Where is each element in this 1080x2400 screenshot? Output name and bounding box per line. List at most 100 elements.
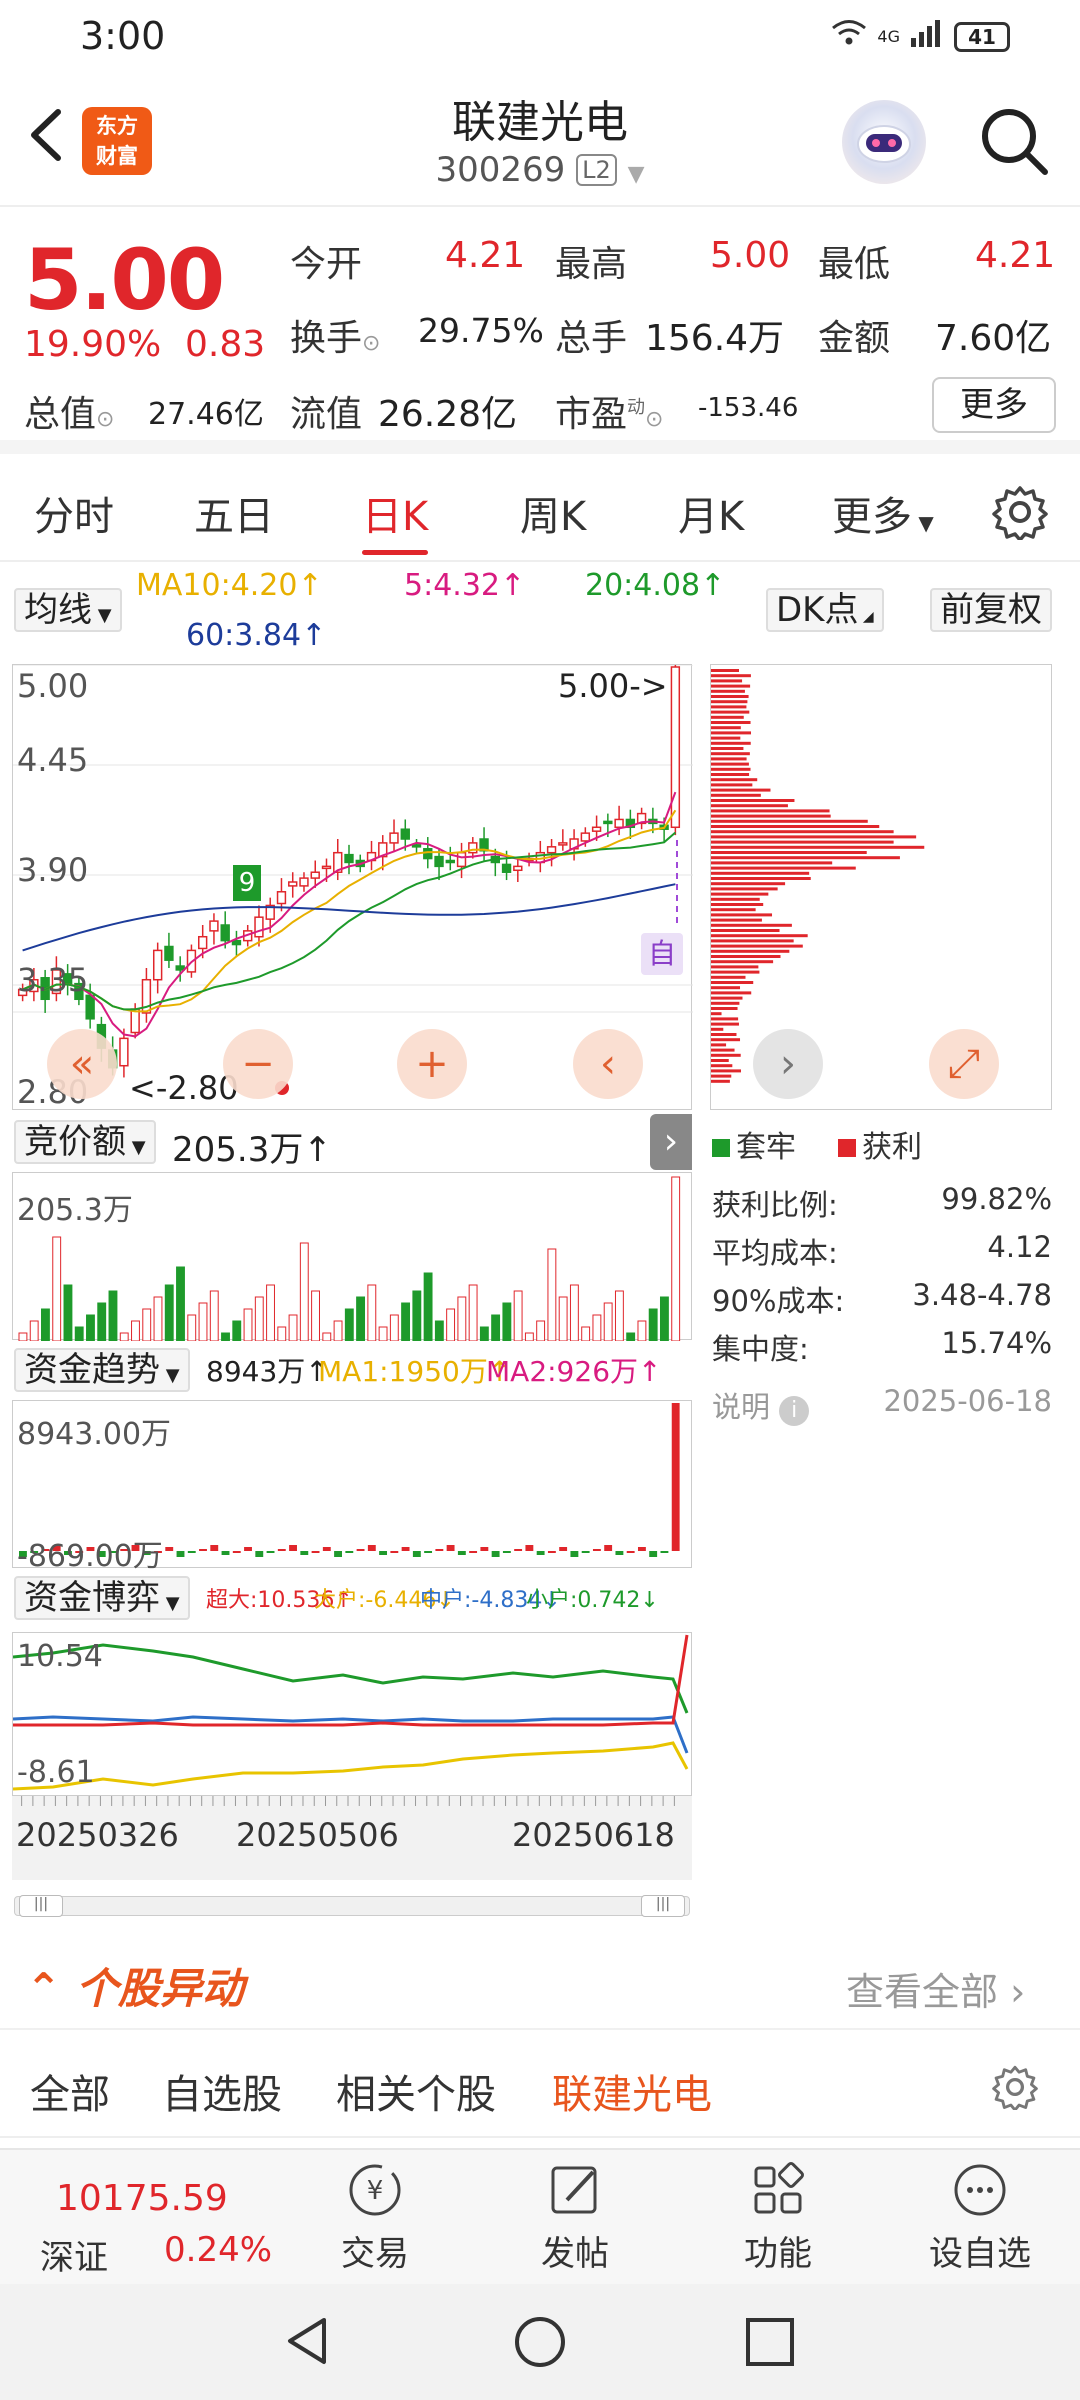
auction-bar: [243, 1308, 253, 1341]
nav-home-icon[interactable]: [512, 2314, 568, 2374]
index-change[interactable]: 0.24%: [164, 2230, 272, 2270]
change-pct: 19.90%: [24, 324, 162, 365]
ma60-label: 60:3.84↑: [186, 618, 327, 653]
fund-trend-bar: [300, 1551, 309, 1555]
candle: [130, 1008, 140, 1034]
chip-bar: [711, 705, 747, 709]
fund-game-axis-top: 10.54: [17, 1639, 103, 1674]
nav-add-watch[interactable]: 设自选: [910, 2160, 1050, 2275]
fund-game-select[interactable]: 资金博弈 ▼: [14, 1576, 190, 1620]
subtab-related[interactable]: 相关个股: [336, 2062, 496, 2120]
y-label-4: 3.35: [17, 961, 89, 999]
auction-bar: [18, 1332, 28, 1341]
auction-bar: [333, 1320, 343, 1341]
fund-trend-bar: [525, 1545, 534, 1551]
info-icon[interactable]: ⊙: [645, 407, 663, 432]
profit-ratio-row: 获利比例: 99.82%: [712, 1182, 1052, 1222]
fund-trend-bar: [671, 1403, 680, 1551]
auto-badge[interactable]: 自: [641, 933, 683, 975]
auction-bar: [142, 1308, 152, 1341]
ma5-label: 5:4.32↑: [404, 568, 526, 603]
more-button[interactable]: 更多: [932, 377, 1056, 433]
index-value[interactable]: 10175.59: [56, 2178, 228, 2219]
tab-fenshi[interactable]: 分时: [34, 484, 114, 542]
chip-next-button[interactable]: ›: [753, 1029, 823, 1099]
search-icon[interactable]: [975, 102, 1055, 182]
nav-recent-icon[interactable]: [744, 2316, 796, 2372]
auction-select[interactable]: 竞价额 ▼: [14, 1120, 156, 1164]
dk-select[interactable]: DK点 ◢: [766, 588, 884, 632]
fund-trend-bar: [514, 1549, 523, 1551]
bottom-nav: 10175.59 深证 0.24% ¥ 交易 发帖 功能 设自选: [0, 2148, 1080, 2284]
nav-trade[interactable]: ¥ 交易: [305, 2160, 445, 2275]
fund-trend-bar: [412, 1551, 421, 1557]
subtab-watchlist[interactable]: 自选股: [162, 2062, 282, 2120]
range-handle-right[interactable]: |||: [641, 1895, 685, 1917]
chip-bar: [711, 1017, 739, 1021]
stock-alert-section: ⌃ 个股异动 查看全部 ›: [0, 1925, 1080, 2030]
level-badge[interactable]: L2: [576, 154, 617, 186]
chip-bar: [711, 1074, 732, 1078]
gear-icon[interactable]: [992, 484, 1048, 542]
zoom-out-button[interactable]: −: [223, 1029, 293, 1099]
scroll-left-button[interactable]: ‹: [573, 1029, 643, 1099]
info-icon[interactable]: ⊙: [96, 407, 114, 432]
fund-trend-bar: [626, 1551, 635, 1553]
dropdown-icon[interactable]: ▼: [628, 162, 645, 187]
chip-bar: [711, 949, 790, 953]
yen-icon: ¥: [349, 2164, 401, 2216]
subtab-gear-icon[interactable]: [992, 2064, 1038, 2114]
chip-distribution[interactable]: › ⤢: [710, 664, 1052, 1110]
chip-bar: [711, 970, 760, 974]
fund-trend-axis-bottom: -869.00万: [17, 1539, 163, 1574]
index-name[interactable]: 深证: [40, 2230, 108, 2279]
expand-icon[interactable]: ⤢: [929, 1029, 999, 1099]
subtab-current-stock[interactable]: 联建光电: [552, 2062, 712, 2120]
nav-back-icon[interactable]: [280, 2314, 334, 2372]
subtab-all[interactable]: 全部: [30, 2062, 110, 2120]
date-ticks: [21, 1796, 675, 1806]
view-all-link[interactable]: 查看全部 ›: [846, 1961, 1025, 2016]
tab-daily-k[interactable]: 日K: [362, 484, 429, 555]
zoom-back-button[interactable]: «: [47, 1029, 117, 1099]
chip-bar: [711, 975, 746, 979]
amount-label: 金额: [818, 318, 891, 359]
range-handle-left[interactable]: |||: [19, 1895, 63, 1917]
range-scrollbar[interactable]: ||| |||: [14, 1895, 690, 1917]
more-dots-icon: [954, 2164, 1006, 2216]
zoom-in-button[interactable]: +: [397, 1029, 467, 1099]
quote-panel: 5.00 19.90% 0.83 今开 4.21 最高 5.00 最低 4.21…: [0, 209, 1080, 454]
tab-more[interactable]: 更多 ▼: [832, 484, 934, 542]
edit-icon: [551, 2166, 597, 2214]
chip-bar: [711, 783, 753, 787]
nav-post[interactable]: 发帖: [505, 2160, 645, 2275]
chevron-right-icon: ›: [1010, 1970, 1026, 2014]
fund-trend-bar: [232, 1551, 241, 1553]
fund-trend-select[interactable]: 资金趋势 ▼: [14, 1348, 190, 1392]
auction-bar: [524, 1332, 534, 1341]
note-row[interactable]: 说明 i 2025-06-18: [712, 1384, 1052, 1426]
candle: [231, 939, 242, 946]
chip-bar: [711, 944, 803, 948]
info-icon[interactable]: ⊙: [362, 331, 380, 356]
assistant-avatar[interactable]: [842, 100, 926, 184]
expand-right-button[interactable]: ›: [650, 1114, 692, 1170]
tab-weekly-k[interactable]: 周K: [520, 484, 586, 542]
kline-chart[interactable]: 5.00 4.45 3.90 3.35 2.80 5.00-> <-2.80 9…: [12, 664, 693, 1111]
candle: [591, 826, 602, 832]
nav-function[interactable]: 功能: [708, 2160, 848, 2275]
fund-trend-bar: [221, 1551, 230, 1555]
tab-monthly-k[interactable]: 月K: [678, 484, 744, 542]
alert-title[interactable]: ⌃ 个股异动: [26, 1955, 244, 2016]
fund-trend-bar: [592, 1549, 601, 1551]
tab-five-day[interactable]: 五日: [194, 484, 274, 542]
indicator-select[interactable]: 均线 ▼: [14, 588, 122, 632]
adjust-select[interactable]: 前复权: [930, 588, 1052, 632]
fund-trend-bar: [547, 1551, 556, 1553]
network-label: 4G: [877, 27, 900, 46]
auction-bar: [29, 1320, 39, 1341]
fund-trend-bar: [356, 1549, 365, 1551]
turnover-value: 29.75%: [418, 311, 544, 350]
pe-label: 市盈动⊙: [555, 394, 664, 435]
cost90-row: 90%成本: 3.48-4.78: [712, 1278, 1052, 1318]
